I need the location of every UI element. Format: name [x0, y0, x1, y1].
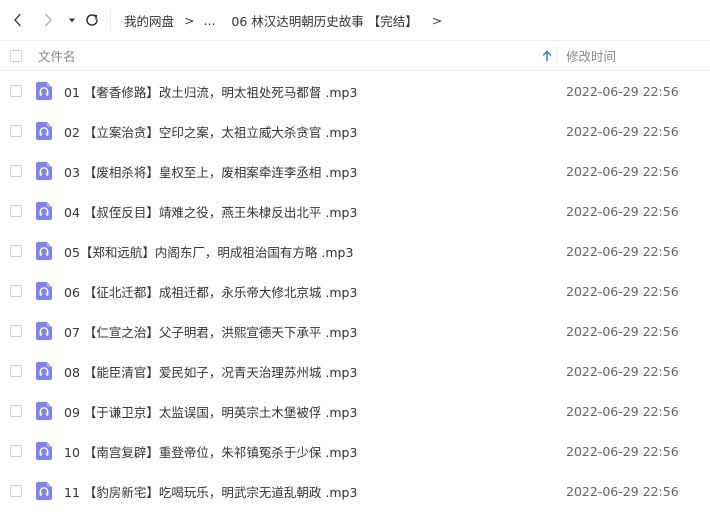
file-modified-time: 2022-06-29 22:56	[566, 203, 679, 219]
file-name[interactable]: 04 【叔侄反目】靖难之役，燕王朱棣反出北平 .mp3	[64, 191, 357, 231]
file-row[interactable]: 07 【仁宣之治】父子明君，洪熙宣德天下承平 .mp3 2022-06-29 22…	[0, 311, 710, 351]
refresh-button[interactable]	[82, 10, 102, 30]
file-name[interactable]: 07 【仁宣之治】父子明君，洪熙宣德天下承平 .mp3	[64, 311, 357, 351]
file-select-checkbox[interactable]	[10, 85, 22, 97]
audio-file-icon	[36, 122, 52, 140]
file-select-checkbox[interactable]	[10, 365, 22, 377]
caret-down-icon	[69, 18, 75, 23]
file-row[interactable]: 05【郑和远航】内阁东厂，明成祖治国有方略 .mp3 2022-06-29 22:…	[0, 231, 710, 271]
file-name[interactable]: 09 【于谦卫京】太监误国，明英宗土木堡被俘 .mp3	[64, 391, 357, 431]
file-row[interactable]: 01 【奢香修路】改土归流，明太祖处死马都督 .mp3 2022-06-29 22…	[0, 71, 710, 111]
file-row[interactable]: 08 【能臣清官】爱民如子，况青天治理苏州城 .mp3 2022-06-29 22…	[0, 351, 710, 391]
file-modified-time: 2022-06-29 22:56	[566, 163, 679, 179]
refresh-icon	[86, 14, 98, 26]
column-header-name[interactable]: 文件名	[38, 41, 76, 70]
file-row[interactable]: 11 【豹房新宅】吃喝玩乐，明武宗无道乱朝政 .mp3 2022-06-29 22…	[0, 471, 710, 511]
file-name[interactable]: 06 【征北迁都】成祖迁都，永乐帝大修北京城 .mp3	[64, 271, 357, 311]
file-select-checkbox[interactable]	[10, 245, 22, 257]
audio-file-icon	[36, 402, 52, 420]
file-modified-time: 2022-06-29 22:56	[566, 443, 679, 459]
file-modified-time: 2022-06-29 22:56	[566, 363, 679, 379]
breadcrumb-current[interactable]: 06 林汉达明朝历史故事 【完结】	[231, 11, 417, 30]
audio-file-icon	[36, 442, 52, 460]
file-select-checkbox[interactable]	[10, 285, 22, 297]
breadcrumb: 我的网盘 > ... 06 林汉达明朝历史故事 【完结】 >	[124, 0, 451, 40]
file-modified-time: 2022-06-29 22:56	[566, 403, 679, 419]
file-row[interactable]: 04 【叔侄反目】靖难之役，燕王朱棣反出北平 .mp3 2022-06-29 22…	[0, 191, 710, 231]
file-name[interactable]: 03 【废相杀将】皇权至上，废相案牵连李丞相 .mp3	[64, 151, 357, 191]
file-modified-time: 2022-06-29 22:56	[566, 83, 679, 99]
column-header-modified-time[interactable]: 修改时间	[566, 41, 616, 70]
breadcrumb-separator: >	[184, 12, 195, 28]
history-dropdown-button[interactable]	[62, 10, 82, 30]
file-row[interactable]: 02 【立案治贪】空印之案，太祖立威大杀贪官 .mp3 2022-06-29 22…	[0, 111, 710, 151]
toolbar-divider	[110, 10, 111, 30]
file-row[interactable]: 03 【废相杀将】皇权至上，废相案牵连李丞相 .mp3 2022-06-29 22…	[0, 151, 710, 191]
column-divider[interactable]	[556, 46, 557, 66]
file-modified-time: 2022-06-29 22:56	[566, 323, 679, 339]
file-select-checkbox[interactable]	[10, 405, 22, 417]
file-name[interactable]: 08 【能臣清官】爱民如子，况青天治理苏州城 .mp3	[64, 351, 357, 391]
file-name[interactable]: 10 【南宫复辟】重登帝位，朱祁镇冤杀于少保 .mp3	[64, 431, 357, 471]
breadcrumb-root[interactable]: 我的网盘	[124, 11, 174, 30]
audio-file-icon	[36, 242, 52, 260]
top-navigation-bar: 我的网盘 > ... 06 林汉达明朝历史故事 【完结】 >	[0, 0, 710, 40]
file-name[interactable]: 02 【立案治贪】空印之案，太祖立威大杀贪官 .mp3	[64, 111, 357, 151]
breadcrumb-separator: >	[431, 12, 443, 28]
file-select-checkbox[interactable]	[10, 325, 22, 337]
audio-file-icon	[36, 282, 52, 300]
file-name[interactable]: 11 【豹房新宅】吃喝玩乐，明武宗无道乱朝政 .mp3	[64, 471, 357, 511]
file-list-header: 文件名 修改时间	[0, 40, 710, 71]
audio-file-icon	[36, 82, 52, 100]
file-modified-time: 2022-06-29 22:56	[566, 483, 679, 499]
file-name[interactable]: 01 【奢香修路】改土归流，明太祖处死马都督 .mp3	[64, 71, 357, 111]
forward-button[interactable]	[38, 10, 58, 30]
chevron-left-icon	[14, 13, 21, 27]
file-select-checkbox[interactable]	[10, 125, 22, 137]
file-modified-time: 2022-06-29 22:56	[566, 123, 679, 139]
breadcrumb-ellipsis[interactable]: ...	[204, 13, 216, 28]
audio-file-icon	[36, 362, 52, 380]
audio-file-icon	[36, 202, 52, 220]
file-name[interactable]: 05【郑和远航】内阁东厂，明成祖治国有方略 .mp3	[64, 231, 353, 271]
chevron-right-icon	[45, 13, 52, 27]
sort-ascending-arrow-icon[interactable]	[540, 49, 554, 63]
file-select-checkbox[interactable]	[10, 485, 22, 497]
file-modified-time: 2022-06-29 22:56	[566, 243, 679, 259]
audio-file-icon	[36, 322, 52, 340]
file-row[interactable]: 06 【征北迁都】成祖迁都，永乐帝大修北京城 .mp3 2022-06-29 22…	[0, 271, 710, 311]
select-all-checkbox[interactable]	[10, 50, 22, 62]
file-modified-time: 2022-06-29 22:56	[566, 283, 679, 299]
file-row[interactable]: 10 【南宫复辟】重登帝位，朱祁镇冤杀于少保 .mp3 2022-06-29 22…	[0, 431, 710, 471]
file-row[interactable]: 09 【于谦卫京】太监误国，明英宗土木堡被俘 .mp3 2022-06-29 22…	[0, 391, 710, 431]
file-select-checkbox[interactable]	[10, 445, 22, 457]
file-list: 01 【奢香修路】改土归流，明太祖处死马都督 .mp3 2022-06-29 22…	[0, 71, 710, 511]
file-select-checkbox[interactable]	[10, 205, 22, 217]
audio-file-icon	[36, 482, 52, 500]
file-select-checkbox[interactable]	[10, 165, 22, 177]
back-button[interactable]	[8, 10, 28, 30]
audio-file-icon	[36, 162, 52, 180]
